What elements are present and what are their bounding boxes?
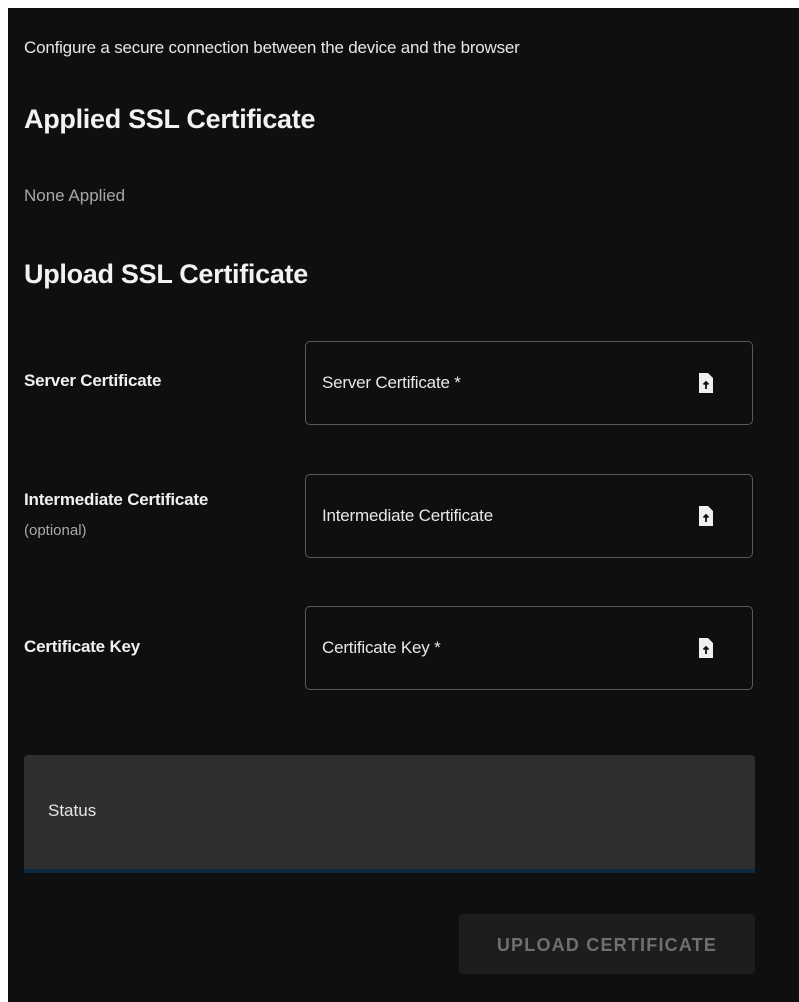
intermediate-cert-placeholder: Intermediate Certificate: [322, 506, 493, 525]
intermediate-cert-field[interactable]: Intermediate Certificate: [305, 474, 753, 558]
cert-key-field[interactable]: Certificate Key *: [305, 606, 753, 690]
server-cert-placeholder: Server Certificate *: [322, 373, 461, 392]
status-label: Status: [48, 801, 97, 820]
ssl-settings-panel: Configure a secure connection between th…: [8, 8, 799, 1002]
upload-cert-heading: Upload SSL Certificate: [24, 259, 308, 289]
server-cert-label: Server Certificate: [24, 371, 162, 390]
cert-key-label: Certificate Key: [24, 637, 141, 656]
file-upload-icon[interactable]: [698, 636, 714, 660]
file-upload-icon[interactable]: [698, 504, 714, 528]
applied-cert-heading: Applied SSL Certificate: [24, 104, 316, 134]
intermediate-cert-sublabel: (optional): [24, 522, 87, 539]
intro-text: Configure a secure connection between th…: [24, 38, 520, 57]
file-upload-icon[interactable]: [698, 371, 714, 395]
cert-key-placeholder: Certificate Key *: [322, 638, 441, 657]
upload-certificate-button[interactable]: UPLOAD CERTIFICATE: [459, 914, 755, 974]
intermediate-cert-label: Intermediate Certificate: [24, 490, 209, 509]
status-field[interactable]: Status: [24, 755, 755, 873]
server-cert-field[interactable]: Server Certificate *: [305, 341, 753, 425]
applied-cert-value: None Applied: [24, 186, 126, 205]
